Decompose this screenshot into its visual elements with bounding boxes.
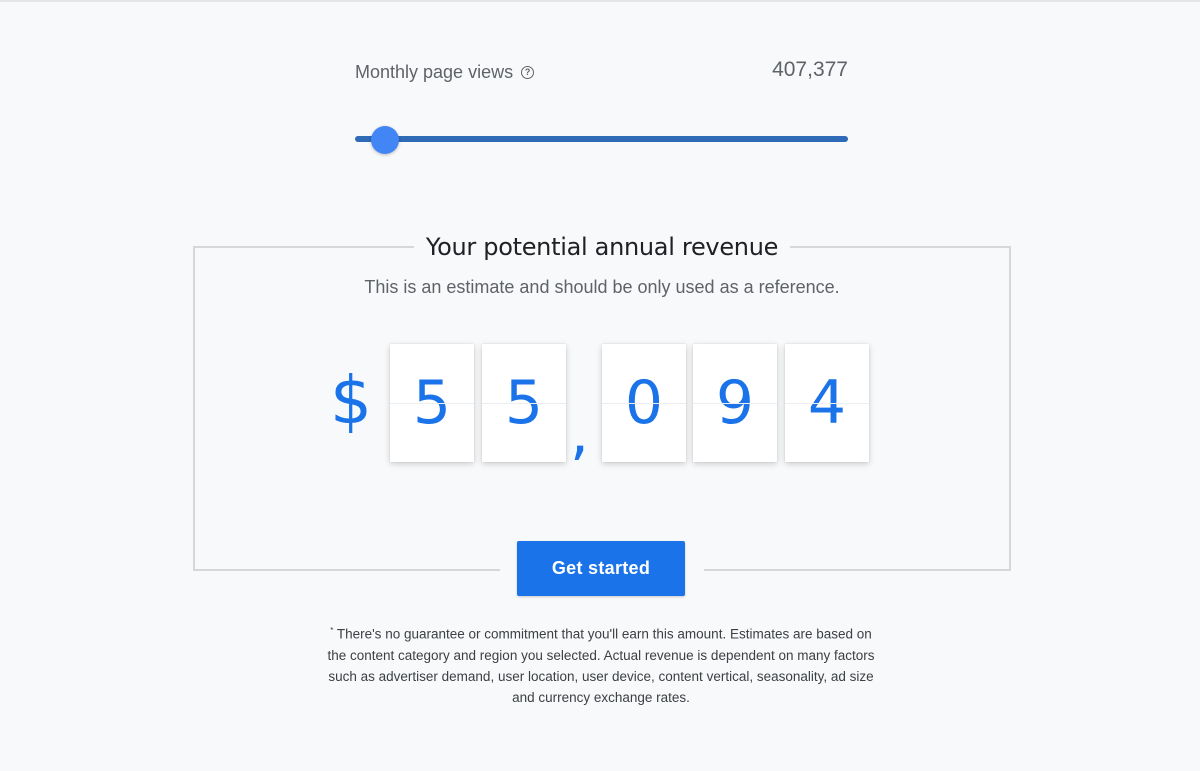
disclaimer: * There's no guarantee or commitment tha… (326, 620, 876, 708)
disclaimer-mark: * (330, 626, 334, 635)
views-label-text: Monthly page views (355, 62, 514, 82)
page-views-slider[interactable] (355, 126, 848, 154)
thousands-separator: , (570, 398, 590, 468)
monthly-page-views-label: Monthly page views ? (355, 62, 535, 83)
monthly-page-views-value: 407,377 (772, 58, 848, 81)
revenue-title: Your potential annual revenue (414, 233, 790, 263)
get-started-button[interactable]: Get started (517, 541, 685, 596)
slider-thumb[interactable] (370, 126, 399, 154)
digit-card: 0 (602, 344, 686, 462)
digit-card: 9 (693, 344, 777, 462)
digit-card: 5 (390, 344, 474, 462)
disclaimer-text: There's no guarantee or commitment that … (327, 626, 875, 705)
slider-track[interactable] (355, 136, 848, 142)
monthly-page-views-row: Monthly page views ? 407,377 (355, 58, 848, 86)
digit-card: 5 (482, 344, 566, 462)
revenue-subtitle: This is an estimate and should be only u… (364, 277, 840, 297)
revenue-counter: $ 5 5 , 0 9 4 (330, 344, 870, 468)
digit-card: 4 (785, 344, 869, 462)
question-circle-icon[interactable]: ? (521, 66, 535, 79)
currency-symbol: $ (330, 362, 372, 439)
top-divider (0, 0, 1200, 2)
